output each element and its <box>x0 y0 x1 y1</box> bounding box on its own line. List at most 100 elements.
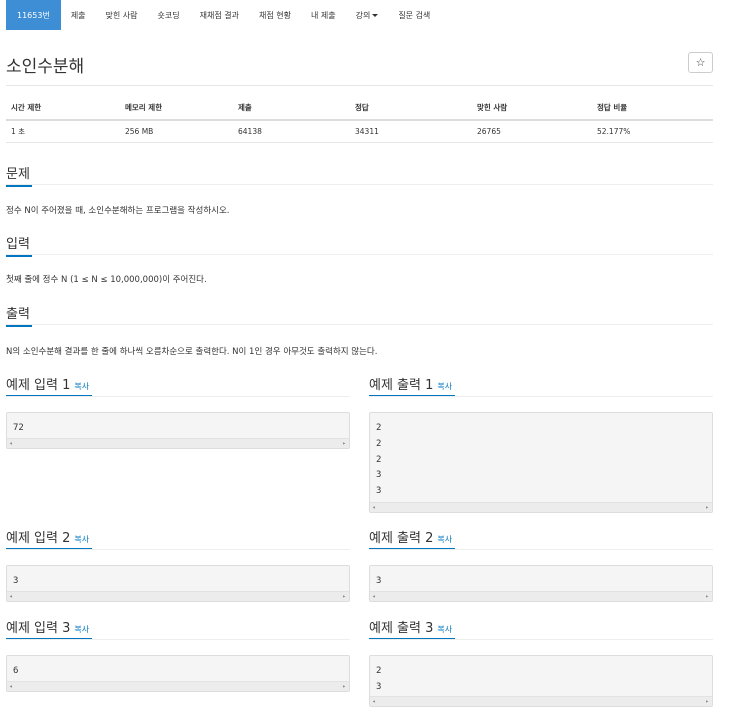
info-memory-limit: 256 MB <box>120 120 233 143</box>
scroll-left-icon[interactable]: ◂ <box>372 698 376 705</box>
output-description: N의 소인수분해 결과를 한 줄에 하나씩 오름차순으로 출력한다. N이 1인… <box>6 347 378 357</box>
info-solvers: 26765 <box>472 120 592 143</box>
scroll-right-icon[interactable]: ▸ <box>705 504 709 511</box>
copy-sample-output-3-button[interactable]: 복사 <box>437 625 452 634</box>
scroll-right-icon[interactable]: ▸ <box>705 593 709 600</box>
info-header-solvers: 맞힌 사람 <box>472 96 592 121</box>
section-divider <box>369 549 713 550</box>
sample-input-1-box[interactable]: 72 ◂ ▸ <box>6 412 350 449</box>
code-line: 2 <box>376 423 382 433</box>
problem-heading: 문제 <box>6 163 32 187</box>
problem-info-table: 시간 제한 메모리 제한 제출 정답 맞힌 사람 정답 비율 1 초 256 M… <box>6 96 713 143</box>
horizontal-scrollbar[interactable]: ◂ ▸ <box>370 591 712 601</box>
caret-down-icon <box>372 13 379 17</box>
copy-sample-input-2-button[interactable]: 복사 <box>74 535 89 544</box>
section-divider <box>6 324 713 325</box>
sample-output-3-content: 2 3 <box>376 664 381 696</box>
sample-input-3-title: 예제 입력 3 <box>6 621 71 636</box>
section-divider <box>6 549 350 550</box>
scroll-left-icon[interactable]: ◂ <box>372 504 376 511</box>
info-submissions: 64138 <box>233 120 350 143</box>
sample-output-1-title: 예제 출력 1 <box>369 378 434 393</box>
scroll-left-icon[interactable]: ◂ <box>9 683 13 690</box>
info-accepted: 34311 <box>350 120 472 143</box>
sample-input-3-box[interactable]: 6 ◂ ▸ <box>6 655 350 692</box>
scroll-left-icon[interactable]: ◂ <box>9 593 13 600</box>
sample-output-3-title: 예제 출력 3 <box>369 621 434 636</box>
heading-underline <box>6 255 32 257</box>
horizontal-scrollbar[interactable]: ◂ ▸ <box>370 502 712 512</box>
sample-output-2-box[interactable]: 3 ◂ ▸ <box>369 565 713 602</box>
sample-output-3-heading: 예제 출력 3 복사 <box>369 617 452 636</box>
scroll-right-icon[interactable]: ▸ <box>342 593 346 600</box>
code-line: 3 <box>13 576 19 586</box>
scroll-right-icon[interactable]: ▸ <box>342 683 346 690</box>
section-divider <box>6 396 350 397</box>
info-header-time-limit: 시간 제한 <box>6 96 120 121</box>
scroll-left-icon[interactable]: ◂ <box>372 593 376 600</box>
horizontal-scrollbar[interactable]: ◂ ▸ <box>7 438 349 448</box>
copy-sample-output-1-button[interactable]: 복사 <box>437 382 452 391</box>
scroll-right-icon[interactable]: ▸ <box>705 698 709 705</box>
nav-item-lectures-label: 강의 <box>355 10 371 20</box>
nav-item-problem[interactable]: 11653번 <box>6 0 61 30</box>
code-line: 3 <box>376 470 382 481</box>
heading-underline <box>6 325 32 327</box>
section-divider <box>369 396 713 397</box>
info-header-accepted: 정답 <box>350 96 472 121</box>
sample-output-1-heading: 예제 출력 1 복사 <box>369 374 452 393</box>
input-heading: 입력 <box>6 233 32 257</box>
heading-underline <box>6 185 32 187</box>
sample-output-1-content: 2 2 2 3 3 <box>376 421 381 500</box>
title-divider <box>6 85 713 86</box>
horizontal-scrollbar[interactable]: ◂ ▸ <box>7 591 349 601</box>
section-divider <box>6 639 350 640</box>
output-heading-text: 출력 <box>6 307 30 322</box>
output-heading: 출력 <box>6 303 32 327</box>
nav-item-lectures[interactable]: 강의 <box>346 0 389 30</box>
section-divider <box>369 639 713 640</box>
sample-input-2-heading: 예제 입력 2 복사 <box>6 527 89 546</box>
page-title: 소인수분해 <box>6 57 85 77</box>
nav-item-my-submissions[interactable]: 내 제출 <box>301 0 346 30</box>
sample-output-2-title: 예제 출력 2 <box>369 531 434 546</box>
info-ratio: 52.177% <box>592 120 713 143</box>
scroll-right-icon[interactable]: ▸ <box>342 440 346 447</box>
nav-item-status[interactable]: 채점 현황 <box>249 0 301 30</box>
sample-input-2-title: 예제 입력 2 <box>6 531 71 546</box>
nav-item-short-coding[interactable]: 숏코딩 <box>148 0 190 30</box>
sample-input-2-content: 3 <box>13 574 18 590</box>
copy-sample-input-3-button[interactable]: 복사 <box>74 625 89 634</box>
section-divider <box>6 254 713 255</box>
copy-sample-output-2-button[interactable]: 복사 <box>437 535 452 544</box>
nav-item-question-search[interactable]: 질문 검색 <box>388 0 440 30</box>
horizontal-scrollbar[interactable]: ◂ ▸ <box>370 696 712 706</box>
sample-input-3-heading: 예제 입력 3 복사 <box>6 617 89 636</box>
info-header-submissions: 제출 <box>233 96 350 121</box>
horizontal-scrollbar[interactable]: ◂ ▸ <box>7 681 349 691</box>
sample-output-3-box[interactable]: 2 3 ◂ ▸ <box>369 655 713 707</box>
section-divider <box>6 184 713 185</box>
scroll-left-icon[interactable]: ◂ <box>9 440 13 447</box>
info-header-memory-limit: 메모리 제한 <box>120 96 233 121</box>
code-line: 6 <box>13 666 19 676</box>
code-line: 3 <box>376 681 382 692</box>
sample-input-2-box[interactable]: 3 ◂ ▸ <box>6 565 350 602</box>
sample-output-1-box[interactable]: 2 2 2 3 3 ◂ ▸ <box>369 412 713 513</box>
star-icon: ☆ <box>695 56 706 69</box>
info-time-limit: 1 초 <box>6 120 120 143</box>
sample-input-1-heading: 예제 입력 1 복사 <box>6 374 89 393</box>
input-description: 첫째 줄에 정수 N (1 ≤ N ≤ 10,000,000)이 주어진다. <box>6 275 207 285</box>
copy-sample-input-1-button[interactable]: 복사 <box>74 382 89 391</box>
nav-item-rejudge[interactable]: 재채점 결과 <box>190 0 249 30</box>
code-line: 3 <box>376 576 382 586</box>
problem-description: 정수 N이 주어졌을 때, 소인수분해하는 프로그램을 작성하시오. <box>6 206 230 216</box>
nav-item-solvers[interactable]: 맞힌 사람 <box>96 0 148 30</box>
sample-output-2-heading: 예제 출력 2 복사 <box>369 527 452 546</box>
favorite-button[interactable]: ☆ <box>688 52 713 73</box>
nav-item-submit[interactable]: 제출 <box>61 0 96 30</box>
code-line: 2 <box>376 454 382 465</box>
problem-heading-text: 문제 <box>6 167 30 182</box>
code-line: 2 <box>376 438 382 449</box>
sample-output-2-content: 3 <box>376 574 381 590</box>
